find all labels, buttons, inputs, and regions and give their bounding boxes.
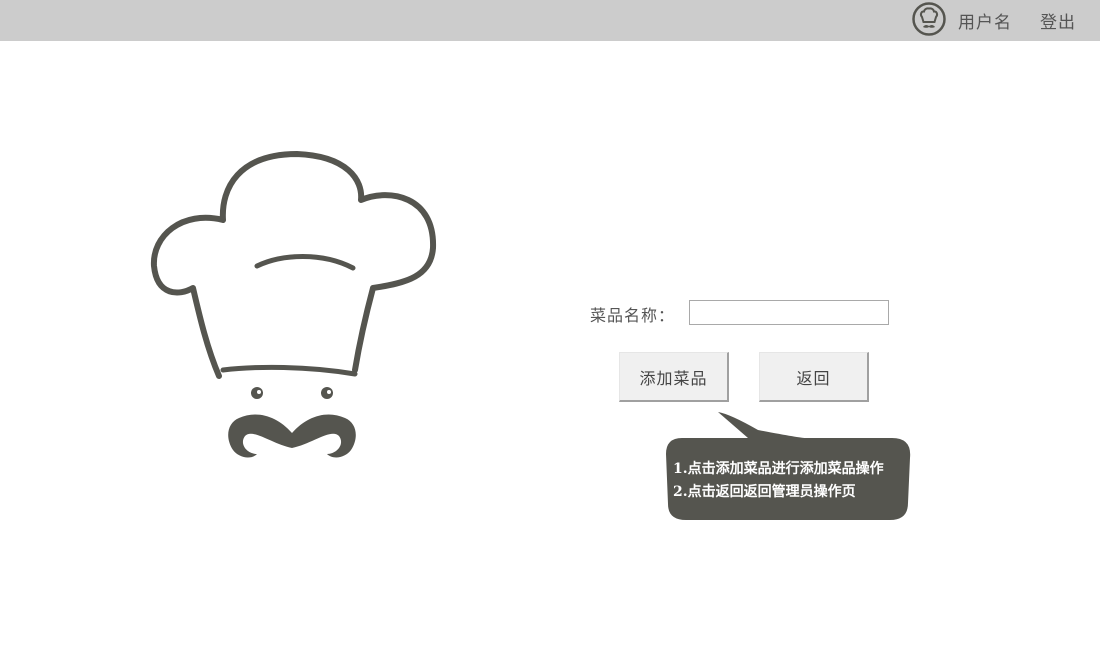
username-link[interactable]: 用户名 — [958, 8, 1012, 33]
add-dish-button[interactable]: 添加菜品 — [619, 352, 729, 402]
chef-avatar-icon[interactable] — [912, 2, 946, 36]
tooltip-line-2: 2.点击返回返回管理员操作页 — [673, 484, 856, 500]
top-bar: 用户名 登出 — [0, 0, 1100, 41]
dish-name-input[interactable] — [689, 300, 889, 325]
back-button[interactable]: 返回 — [759, 352, 869, 402]
dish-name-label: 菜品名称： — [590, 306, 676, 325]
chef-hat-mustache-logo-icon — [150, 151, 437, 458]
tooltip-line-1: 1.点击添加菜品进行添加菜品操作 — [673, 461, 884, 477]
logout-link[interactable]: 登出 — [1040, 8, 1076, 33]
help-tooltip-text: 1.点击添加菜品进行添加菜品操作 2.点击返回返回管理员操作页 — [673, 458, 908, 504]
